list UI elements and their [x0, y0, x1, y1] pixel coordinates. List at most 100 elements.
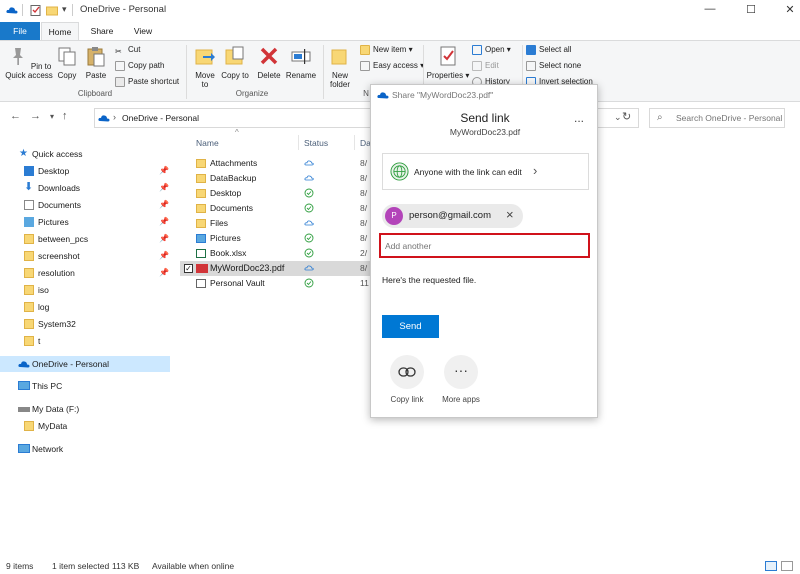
nav-item-desktop[interactable]: Desktop 📌 [0, 163, 170, 179]
back-arrow-icon[interactable]: ← [10, 110, 21, 122]
file-date: 8/ [360, 158, 368, 168]
properties-icon[interactable] [30, 5, 42, 16]
file-row[interactable]: Attachments 8/ [180, 156, 370, 171]
nav-item-label: Desktop [38, 166, 70, 176]
rename-button[interactable]: Rename [285, 45, 317, 80]
open-button[interactable]: Open ▾ [472, 43, 511, 57]
cut-button[interactable]: ✂ Cut [115, 43, 140, 57]
column-header-status[interactable]: Status [304, 138, 328, 148]
details-view-icon[interactable] [765, 561, 777, 571]
file-name: Personal Vault [210, 278, 265, 288]
pin-icon[interactable]: 📌 [159, 248, 169, 264]
new-folder-button[interactable]: New folder [326, 45, 354, 89]
nav-item-label: Documents [38, 200, 81, 210]
tab-file[interactable]: File [0, 22, 40, 40]
properties-button[interactable]: Properties ▾ [426, 45, 470, 80]
recent-locations-icon[interactable]: ▾ [50, 112, 54, 121]
nav-item-folder[interactable]: MyData [0, 418, 170, 434]
nav-item-folder[interactable]: screenshot 📌 [0, 248, 170, 264]
file-row[interactable]: Files 8/ [180, 216, 370, 231]
minimize-icon[interactable]: — [702, 3, 718, 17]
copy-to-label: Copy to [221, 71, 249, 80]
move-to-button[interactable]: Move to [191, 45, 219, 89]
move-to-label: Move to [195, 71, 215, 89]
copy-button[interactable]: Copy [54, 45, 80, 80]
file-row[interactable]: DataBackup 8/ [180, 171, 370, 186]
address-dropdown-icon[interactable]: ⌄ [614, 112, 622, 123]
nav-item-folder[interactable]: System32 [0, 316, 170, 332]
recipient-chip[interactable]: P person@gmail.com × [382, 204, 523, 228]
file-row[interactable]: Pictures 8/ [180, 231, 370, 246]
nav-item-documents[interactable]: Documents 📌 [0, 197, 170, 213]
nav-onedrive[interactable]: OneDrive - Personal [0, 356, 170, 372]
pin-icon[interactable]: 📌 [159, 197, 169, 213]
edit-button[interactable]: Edit [472, 59, 499, 73]
file-row[interactable]: Desktop 8/ [180, 186, 370, 201]
nav-drive[interactable]: My Data (F:) [0, 401, 170, 417]
pin-icon[interactable]: 📌 [159, 214, 169, 230]
tab-view[interactable]: View [124, 22, 162, 40]
file-row[interactable]: Book.xlsx 2/ [180, 246, 370, 261]
nav-item-folder[interactable]: t [0, 333, 170, 349]
pin-icon[interactable]: 📌 [159, 265, 169, 281]
pin-icon[interactable]: 📌 [159, 231, 169, 247]
sort-caret-icon: ^ [235, 128, 239, 137]
message-field[interactable]: Here's the requested file. [382, 275, 476, 285]
nav-item-folder[interactable]: log [0, 299, 170, 315]
file-row[interactable]: Personal Vault 11 [180, 276, 370, 291]
nav-item-pictures[interactable]: Pictures 📌 [0, 214, 170, 230]
more-options-icon[interactable]: ... [574, 111, 584, 125]
refresh-icon[interactable]: ↻ [622, 110, 631, 123]
pin-icon[interactable]: 📌 [159, 180, 169, 196]
tab-home[interactable]: Home [41, 22, 79, 40]
nav-item-label: between_pcs [38, 234, 89, 244]
copy-path-button[interactable]: Copy path [115, 59, 164, 73]
nav-item-downloads[interactable]: ⬇ Downloads 📌 [0, 180, 170, 196]
link-settings-button[interactable]: Anyone with the link can edit › [382, 153, 589, 190]
new-item-button[interactable]: New item ▾ [360, 43, 413, 57]
move-to-icon [195, 49, 215, 65]
forward-arrow-icon[interactable]: → [30, 110, 41, 122]
file-row[interactable]: Documents 8/ [180, 201, 370, 216]
new-folder-icon[interactable] [46, 5, 58, 16]
breadcrumb[interactable]: OneDrive - Personal [122, 113, 199, 123]
copy-path-label: Copy path [128, 61, 165, 70]
send-button[interactable]: Send [382, 315, 439, 338]
search-box[interactable]: ⌕ [649, 108, 785, 128]
close-icon[interactable]: ✕ [782, 3, 798, 17]
add-another-field[interactable] [379, 233, 590, 258]
remove-recipient-icon[interactable]: × [506, 207, 514, 222]
qat-dropdown-icon[interactable]: ▾ [62, 4, 67, 15]
search-input[interactable] [676, 112, 784, 124]
nav-this-pc[interactable]: This PC [0, 378, 170, 394]
nav-quick-access[interactable]: ★ Quick access [0, 146, 170, 162]
file-date: 2/ [360, 248, 368, 258]
nav-network[interactable]: Network [0, 441, 170, 457]
maximize-icon[interactable]: ☐ [743, 3, 759, 17]
up-arrow-icon[interactable]: ↑ [62, 110, 68, 122]
tab-share[interactable]: Share [82, 22, 122, 40]
select-all-button[interactable]: Select all [526, 43, 571, 57]
large-icons-view-icon[interactable] [781, 561, 793, 571]
pin-icon[interactable]: 📌 [159, 163, 169, 179]
select-all-label: Select all [539, 45, 572, 54]
file-name: MyWordDoc23.pdf [210, 263, 285, 273]
paste-shortcut-button[interactable]: Paste shortcut [115, 75, 179, 89]
more-apps-button[interactable]: ··· [444, 355, 478, 389]
easy-access-button[interactable]: Easy access ▾ [360, 59, 424, 73]
select-none-button[interactable]: Select none [526, 59, 581, 73]
paste-button[interactable]: Paste [83, 45, 109, 80]
add-recipient-input[interactable] [385, 240, 580, 252]
checkbox-checked-icon[interactable]: ✓ [184, 264, 193, 273]
nav-item-folder[interactable]: between_pcs 📌 [0, 231, 170, 247]
copy-to-button[interactable]: Copy to [221, 45, 249, 80]
delete-button[interactable]: Delete [254, 45, 284, 80]
copy-link-button[interactable] [390, 355, 424, 389]
cloud-status-icon [304, 160, 314, 166]
pin-to-quick-access-button[interactable]: Pin to Quick access [4, 45, 54, 80]
nav-item-folder[interactable]: iso [0, 282, 170, 298]
nav-item-folder[interactable]: resolution 📌 [0, 265, 170, 281]
window-title: OneDrive - Personal [80, 4, 167, 15]
column-header-name[interactable]: Name [196, 138, 219, 148]
file-row-selected[interactable]: ✓ MyWordDoc23.pdf 8/ [180, 261, 370, 276]
